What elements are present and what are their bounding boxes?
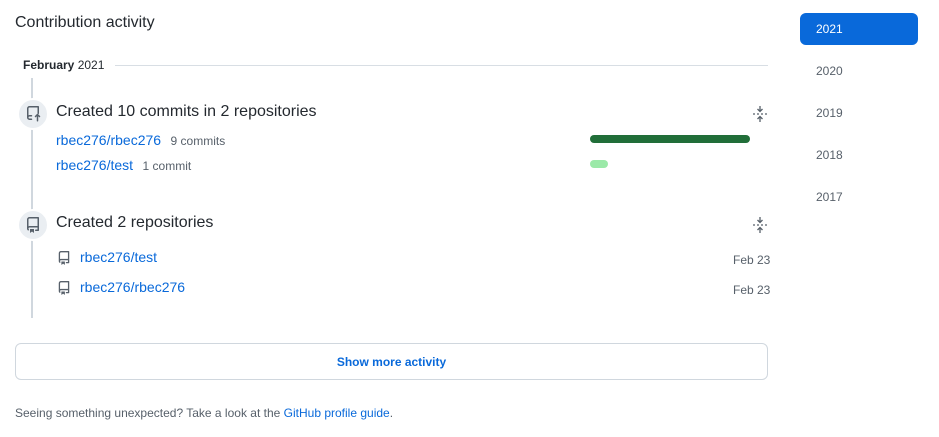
repo-link[interactable]: rbec276/test xyxy=(80,249,157,265)
month-divider-line xyxy=(115,65,768,66)
repo-icon xyxy=(17,209,49,241)
month-label: February 2021 xyxy=(23,58,117,72)
commit-repo-row: rbec276/test 1 commit xyxy=(56,157,191,175)
repo-link[interactable]: rbec276/test xyxy=(56,157,133,173)
repo-link[interactable]: rbec276/rbec276 xyxy=(56,132,161,148)
show-more-activity-button[interactable]: Show more activity xyxy=(15,343,768,380)
year-link-2020[interactable]: 2020 xyxy=(800,55,918,87)
footer-period: . xyxy=(389,406,394,420)
repo-link[interactable]: rbec276/rbec276 xyxy=(80,279,185,295)
commit-count: 1 commit xyxy=(142,159,192,173)
repo-icon xyxy=(58,251,70,265)
profile-guide-link[interactable]: GitHub profile guide xyxy=(284,406,390,420)
contribution-activity-heading: Contribution activity xyxy=(15,14,155,31)
event-title-commits: Created 10 commits in 2 repositories xyxy=(56,103,317,120)
footer-note: Seeing something unexpected? Take a look… xyxy=(15,406,393,420)
fold-icon[interactable] xyxy=(752,106,768,122)
month-name: February xyxy=(23,58,75,72)
repo-push-icon xyxy=(17,98,49,130)
commit-bar xyxy=(590,160,608,168)
event-title-repositories: Created 2 repositories xyxy=(56,214,214,231)
commit-count: 9 commits xyxy=(170,134,226,148)
year-link-2018[interactable]: 2018 xyxy=(800,139,918,171)
created-date: Feb 23 xyxy=(733,283,771,297)
commit-repo-row: rbec276/rbec276 9 commits xyxy=(56,132,225,150)
year-link-2017[interactable]: 2017 xyxy=(800,181,918,213)
month-divider: February 2021 xyxy=(15,56,768,76)
month-year: 2021 xyxy=(77,58,105,72)
year-link-2019[interactable]: 2019 xyxy=(800,97,918,129)
year-link-2021[interactable]: 2021 xyxy=(800,13,918,45)
fold-icon[interactable] xyxy=(752,217,768,233)
footer-text: Seeing something unexpected? Take a look… xyxy=(15,406,284,420)
created-date: Feb 23 xyxy=(733,253,771,267)
commit-bar xyxy=(590,135,750,143)
repo-icon xyxy=(58,281,70,295)
